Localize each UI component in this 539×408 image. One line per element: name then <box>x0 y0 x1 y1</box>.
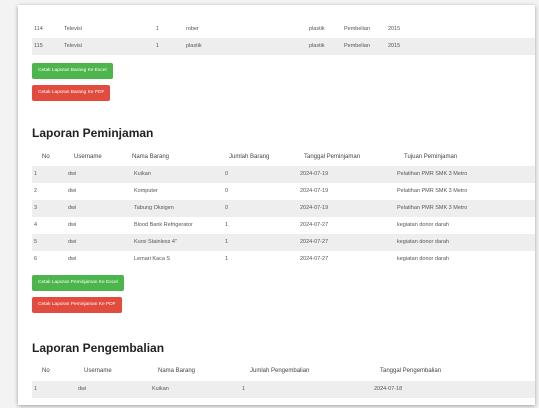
cell-jumlah: 1 <box>225 222 229 228</box>
cell-asal: Pembelian <box>344 43 370 49</box>
export-peminjaman-pdf-button[interactable]: Cetak Laporan Peminjaman Ke PDF <box>32 297 122 313</box>
cell-bahan: plastik <box>309 43 325 49</box>
cell-asal: Pembelian <box>344 26 370 32</box>
table-row: 114 Televisi 1 rober plastik Pembelian 2… <box>32 21 535 38</box>
header-no: No <box>42 154 50 160</box>
cell-nama-barang: Lemari Kaca S <box>134 256 171 262</box>
header-nama-barang: Nama Barang <box>132 154 170 160</box>
cell-tahun: 2015 <box>388 26 401 32</box>
cell-tanggal: 2024-07-27 <box>300 256 329 262</box>
export-peminjaman-excel-button[interactable]: Cetak Laporan Peminjaman Ke Excel <box>32 275 124 291</box>
cell-nama: Televisi <box>64 26 83 32</box>
cell-jumlah: 1 <box>156 26 160 32</box>
header-nama-barang: Nama Barang <box>158 368 196 374</box>
cell-nama-barang: Tabung Oksigen <box>134 205 174 211</box>
cell-no: 1 <box>34 171 38 177</box>
cell-tujuan: Pelatihan PMR SMK 3 Metro <box>397 171 468 177</box>
header-no: No <box>42 368 50 374</box>
section-title-pengembalian: Laporan Pengembalian <box>32 341 165 355</box>
table-row: 3 dwi Tabung Oksigen 0 2024-07-19 Pelati… <box>32 200 535 217</box>
table-row: 1 dwi Kuikan 1 2024-07-18 <box>32 381 535 398</box>
cell-no: 1 <box>34 386 38 392</box>
cell-tanggal: 2024-07-27 <box>300 239 329 245</box>
cell-username: dwi <box>68 205 77 211</box>
table-row: 115 Televisi 1 plastik plastik Pembelian… <box>32 38 535 55</box>
cell-jumlah: 1 <box>225 239 229 245</box>
cell-username: dwi <box>78 386 87 392</box>
header-tanggal-pengembalian: Tanggal Pengembalian <box>380 368 442 374</box>
cell-tujuan: Pelatihan PMR SMK 3 Metro <box>397 188 468 194</box>
table-row: 5 dwi Kursi Stainless 4" 1 2024-07-27 ke… <box>32 234 535 251</box>
cell-username: dwi <box>68 239 77 245</box>
export-barang-pdf-button[interactable]: Cetak Laporan Barang Ke PDF <box>32 85 111 101</box>
table-row: 4 dwi Blood Bank Refrigerator 1 2024-07-… <box>32 217 535 234</box>
export-barang-excel-button[interactable]: Cetak Laporan Barang Ke Excel <box>32 63 113 79</box>
header-jumlah-pengembalian: Jumlah Pengembalian <box>250 368 310 374</box>
cell-no: 3 <box>34 205 38 211</box>
cell-no: 6 <box>34 256 38 262</box>
cell-tanggal: 2024-07-18 <box>374 386 403 392</box>
cell-username: dwi <box>68 256 77 262</box>
cell-no: 2 <box>34 188 38 194</box>
table-header: No Username Nama Barang Jumlah Barang Ta… <box>32 149 535 166</box>
cell-nama-barang: Blood Bank Refrigerator <box>134 222 193 228</box>
header-tanggal-peminjaman: Tanggal Peminjaman <box>304 154 361 160</box>
report-page: 114 Televisi 1 rober plastik Pembelian 2… <box>18 5 535 405</box>
header-username: Username <box>74 154 102 160</box>
cell-tahun: 2015 <box>388 43 401 49</box>
cell-jumlah: 0 <box>225 188 229 194</box>
cell-nama-barang: Komputer <box>134 188 158 194</box>
cell-tanggal: 2024-07-27 <box>300 222 329 228</box>
cell-tujuan: kegiatan donor darah <box>397 239 449 245</box>
cell-username: dwi <box>68 222 77 228</box>
cell-username: dwi <box>68 188 77 194</box>
cell-jumlah: 0 <box>225 171 229 177</box>
cell-nama-barang: Kursi Stainless 4" <box>134 239 177 245</box>
table-row: 2 dwi Komputer 0 2024-07-19 Pelatihan PM… <box>32 183 535 200</box>
section-title-peminjaman: Laporan Peminjaman <box>32 126 154 140</box>
cell-jumlah: 0 <box>225 205 229 211</box>
cell-no: 5 <box>34 239 38 245</box>
cell-nama-barang: Kuikan <box>152 386 169 392</box>
cell-kondisi: plastik <box>186 43 202 49</box>
cell-kondisi: rober <box>186 26 199 32</box>
cell-tujuan: kegiatan donor darah <box>397 222 449 228</box>
cell-jumlah: 1 <box>242 386 246 392</box>
cell-tanggal: 2024-07-19 <box>300 205 329 211</box>
cell-username: dwi <box>68 171 77 177</box>
cell-tujuan: Pelatihan PMR SMK 3 Metro <box>397 205 468 211</box>
table-row: 6 dwi Lemari Kaca S 1 2024-07-27 kegiata… <box>32 251 535 268</box>
cell-nama-barang: Kuikan <box>134 171 151 177</box>
cell-tanggal: 2024-07-19 <box>300 188 329 194</box>
cell-tujuan: kegiatan donor darah <box>397 256 449 262</box>
header-username: Username <box>84 368 112 374</box>
cell-nama: Televisi <box>64 43 83 49</box>
table-header: No Username Nama Barang Jumlah Pengembal… <box>32 363 535 380</box>
header-jumlah-barang: Jumlah Barang <box>229 154 270 160</box>
cell-bahan: plastik <box>309 26 325 32</box>
cell-jumlah: 1 <box>225 256 229 262</box>
cell-no: 115 <box>34 43 43 49</box>
cell-no: 4 <box>34 222 38 228</box>
cell-tanggal: 2024-07-19 <box>300 171 329 177</box>
header-tujuan-peminjaman: Tujuan Peminjaman <box>404 154 458 160</box>
cell-no: 114 <box>34 26 43 32</box>
table-row: 1 dwi Kuikan 0 2024-07-19 Pelatihan PMR … <box>32 166 535 183</box>
cell-jumlah: 1 <box>156 43 160 49</box>
